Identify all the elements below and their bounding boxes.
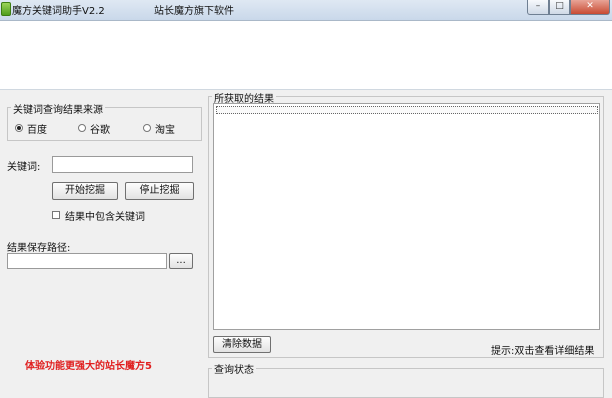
stop-button[interactable]: 停止挖掘	[125, 182, 194, 200]
maximize-button[interactable]: □	[549, 0, 570, 15]
banner-panel	[0, 21, 612, 89]
results-list-header[interactable]	[216, 106, 598, 114]
close-button[interactable]: ✕	[570, 0, 610, 15]
include-keyword-box[interactable]	[52, 211, 60, 219]
radio-taobao-circle[interactable]	[143, 124, 151, 132]
source-group-legend: 关键词查询结果来源	[11, 101, 105, 116]
app-icon	[1, 2, 11, 16]
save-path-input[interactable]	[7, 253, 167, 269]
banner-divider	[0, 89, 612, 90]
radio-baidu-circle[interactable]	[15, 124, 23, 132]
status-legend: 查询状态	[212, 361, 256, 376]
results-list[interactable]	[213, 103, 600, 330]
radio-google-label: 谷歌	[90, 125, 110, 136]
radio-google[interactable]: 谷歌	[78, 121, 138, 136]
include-keyword-label: 结果中包含关键词	[65, 212, 145, 223]
browse-button[interactable]: ...	[169, 253, 193, 269]
radio-google-circle[interactable]	[78, 124, 86, 132]
radio-taobao[interactable]: 淘宝	[143, 121, 203, 136]
radio-baidu[interactable]: 百度	[15, 121, 75, 136]
clear-data-button[interactable]: 清除数据	[213, 336, 271, 353]
keyword-input[interactable]	[52, 156, 193, 173]
include-keyword-checkbox[interactable]: 结果中包含关键词	[52, 208, 172, 223]
start-button[interactable]: 开始挖掘	[52, 182, 118, 200]
window-title: 魔方关键词助手V2.2	[12, 6, 105, 17]
window-subtitle: 站长魔方旗下软件	[154, 6, 234, 17]
minimize-button[interactable]: –	[527, 0, 549, 15]
promo-link[interactable]: 体验功能更强大的站长魔方5	[25, 357, 152, 372]
keyword-label: 关键词:	[7, 162, 41, 173]
radio-baidu-label: 百度	[27, 125, 47, 136]
save-path-label: 结果保存路径:	[7, 243, 71, 254]
radio-taobao-label: 淘宝	[155, 125, 175, 136]
status-groupbox	[208, 368, 604, 398]
results-hint: 提示:双击查看详细结果	[491, 346, 595, 357]
